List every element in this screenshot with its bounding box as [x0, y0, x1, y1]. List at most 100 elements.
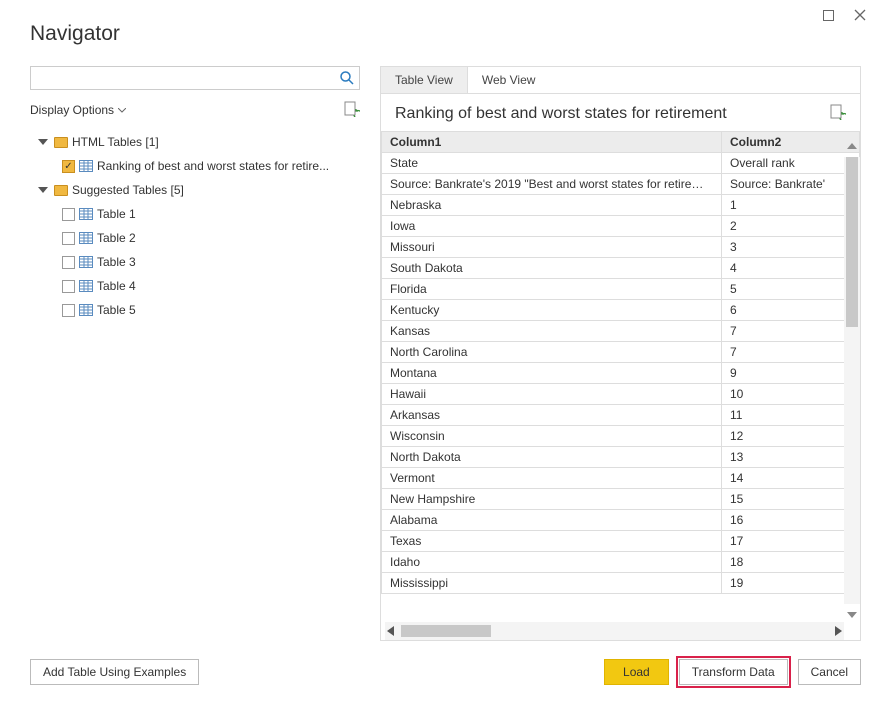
- tab-table-view[interactable]: Table View: [381, 67, 468, 93]
- cell-col1: Idaho: [382, 552, 722, 573]
- cell-col2: 10: [722, 384, 860, 405]
- cell-col2: 2: [722, 216, 860, 237]
- search-input[interactable]: [31, 67, 359, 89]
- add-table-using-examples-button[interactable]: Add Table Using Examples: [30, 659, 199, 685]
- cell-col2: 11: [722, 405, 860, 426]
- cell-col1: Alabama: [382, 510, 722, 531]
- display-options-dropdown[interactable]: Display Options: [30, 103, 126, 117]
- table-row[interactable]: New Hampshire15: [382, 489, 860, 510]
- display-options-label: Display Options: [30, 103, 114, 117]
- cell-col1: Missouri: [382, 237, 722, 258]
- navigator-tree-pane: Display Options HTML Tables [1] ✓ Rankin…: [30, 66, 360, 641]
- cell-col1: Arkansas: [382, 405, 722, 426]
- cell-col1: New Hampshire: [382, 489, 722, 510]
- cell-col1: Wisconsin: [382, 426, 722, 447]
- table-row[interactable]: Hawaii10: [382, 384, 860, 405]
- checkbox[interactable]: [62, 208, 75, 221]
- table-row[interactable]: Alabama16: [382, 510, 860, 531]
- tree-item-label: Table 3: [97, 255, 136, 269]
- table-row[interactable]: Missouri3: [382, 237, 860, 258]
- table-row[interactable]: North Dakota13: [382, 447, 860, 468]
- cell-col1: Vermont: [382, 468, 722, 489]
- scroll-thumb[interactable]: [846, 157, 858, 327]
- table-icon: [79, 232, 93, 244]
- cell-col2: 19: [722, 573, 860, 594]
- table-row[interactable]: StateOverall rank: [382, 153, 860, 174]
- table-row[interactable]: Arkansas11: [382, 405, 860, 426]
- column-header-2[interactable]: Column2: [722, 132, 860, 153]
- folder-icon: [54, 185, 68, 196]
- column-header-1[interactable]: Column1: [382, 132, 722, 153]
- table-row[interactable]: Iowa2: [382, 216, 860, 237]
- table-row[interactable]: Idaho18: [382, 552, 860, 573]
- preview-tabs: Table View Web View: [381, 67, 860, 94]
- tree-folder-html-tables[interactable]: HTML Tables [1]: [30, 130, 360, 154]
- tree-item-table-1[interactable]: Table 1: [30, 202, 360, 226]
- horizontal-scrollbar[interactable]: [385, 622, 844, 640]
- table-row[interactable]: Source: Bankrate's 2019 "Best and worst …: [382, 174, 860, 195]
- scroll-thumb[interactable]: [401, 625, 491, 637]
- cell-col2: 15: [722, 489, 860, 510]
- close-icon[interactable]: [853, 8, 867, 22]
- tree-item-label: Table 4: [97, 279, 136, 293]
- checkbox[interactable]: [62, 232, 75, 245]
- cell-col1: Source: Bankrate's 2019 "Best and worst …: [382, 174, 722, 195]
- cell-col2: 13: [722, 447, 860, 468]
- cell-col1: State: [382, 153, 722, 174]
- table-icon: [79, 304, 93, 316]
- cell-col1: Hawaii: [382, 384, 722, 405]
- table-icon: [79, 208, 93, 220]
- table-row[interactable]: Mississippi19: [382, 573, 860, 594]
- cell-col2: 7: [722, 342, 860, 363]
- table-row[interactable]: North Carolina7: [382, 342, 860, 363]
- cell-col2: 3: [722, 237, 860, 258]
- preview-title: Ranking of best and worst states for ret…: [395, 105, 727, 123]
- tree-item-label: Table 1: [97, 207, 136, 221]
- table-row[interactable]: Vermont14: [382, 468, 860, 489]
- cell-col1: Mississippi: [382, 573, 722, 594]
- cell-col2: 12: [722, 426, 860, 447]
- tree-item-table-3[interactable]: Table 3: [30, 250, 360, 274]
- cell-col2: 18: [722, 552, 860, 573]
- cell-col1: South Dakota: [382, 258, 722, 279]
- cancel-button[interactable]: Cancel: [798, 659, 861, 685]
- vertical-scrollbar[interactable]: [844, 157, 860, 604]
- table-row[interactable]: Florida5: [382, 279, 860, 300]
- cell-col1: Montana: [382, 363, 722, 384]
- cell-col2: Source: Bankrate': [722, 174, 860, 195]
- table-row[interactable]: Kansas7: [382, 321, 860, 342]
- tree-view: HTML Tables [1] ✓ Ranking of best and wo…: [30, 130, 360, 322]
- cell-col2: 14: [722, 468, 860, 489]
- tree-item-ranking[interactable]: ✓ Ranking of best and worst states for r…: [30, 154, 360, 178]
- checkbox-checked[interactable]: ✓: [62, 160, 75, 173]
- refresh-icon[interactable]: [344, 101, 360, 120]
- cell-col1: Kansas: [382, 321, 722, 342]
- folder-icon: [54, 137, 68, 148]
- table-row[interactable]: Texas17: [382, 531, 860, 552]
- page-title: Navigator: [30, 22, 120, 46]
- tab-web-view[interactable]: Web View: [468, 67, 551, 93]
- checkbox[interactable]: [62, 280, 75, 293]
- table-row[interactable]: Kentucky6: [382, 300, 860, 321]
- transform-data-button[interactable]: Transform Data: [679, 659, 788, 685]
- table-icon: [79, 256, 93, 268]
- refresh-preview-icon[interactable]: [830, 104, 846, 123]
- data-grid: Column1 Column2 StateOverall rankSource:…: [381, 131, 860, 594]
- tree-item-table-5[interactable]: Table 5: [30, 298, 360, 322]
- cell-col2: 9: [722, 363, 860, 384]
- search-icon[interactable]: [339, 70, 355, 89]
- cell-col1: Kentucky: [382, 300, 722, 321]
- tree-folder-suggested-tables[interactable]: Suggested Tables [5]: [30, 178, 360, 202]
- table-row[interactable]: Nebraska1: [382, 195, 860, 216]
- maximize-icon[interactable]: [821, 8, 835, 22]
- table-row[interactable]: South Dakota4: [382, 258, 860, 279]
- table-row[interactable]: Montana9: [382, 363, 860, 384]
- tree-item-table-2[interactable]: Table 2: [30, 226, 360, 250]
- table-row[interactable]: Wisconsin12: [382, 426, 860, 447]
- checkbox[interactable]: [62, 256, 75, 269]
- cell-col1: North Carolina: [382, 342, 722, 363]
- load-button[interactable]: Load: [604, 659, 669, 685]
- tree-item-table-4[interactable]: Table 4: [30, 274, 360, 298]
- preview-pane: Table View Web View Ranking of best and …: [380, 66, 861, 641]
- checkbox[interactable]: [62, 304, 75, 317]
